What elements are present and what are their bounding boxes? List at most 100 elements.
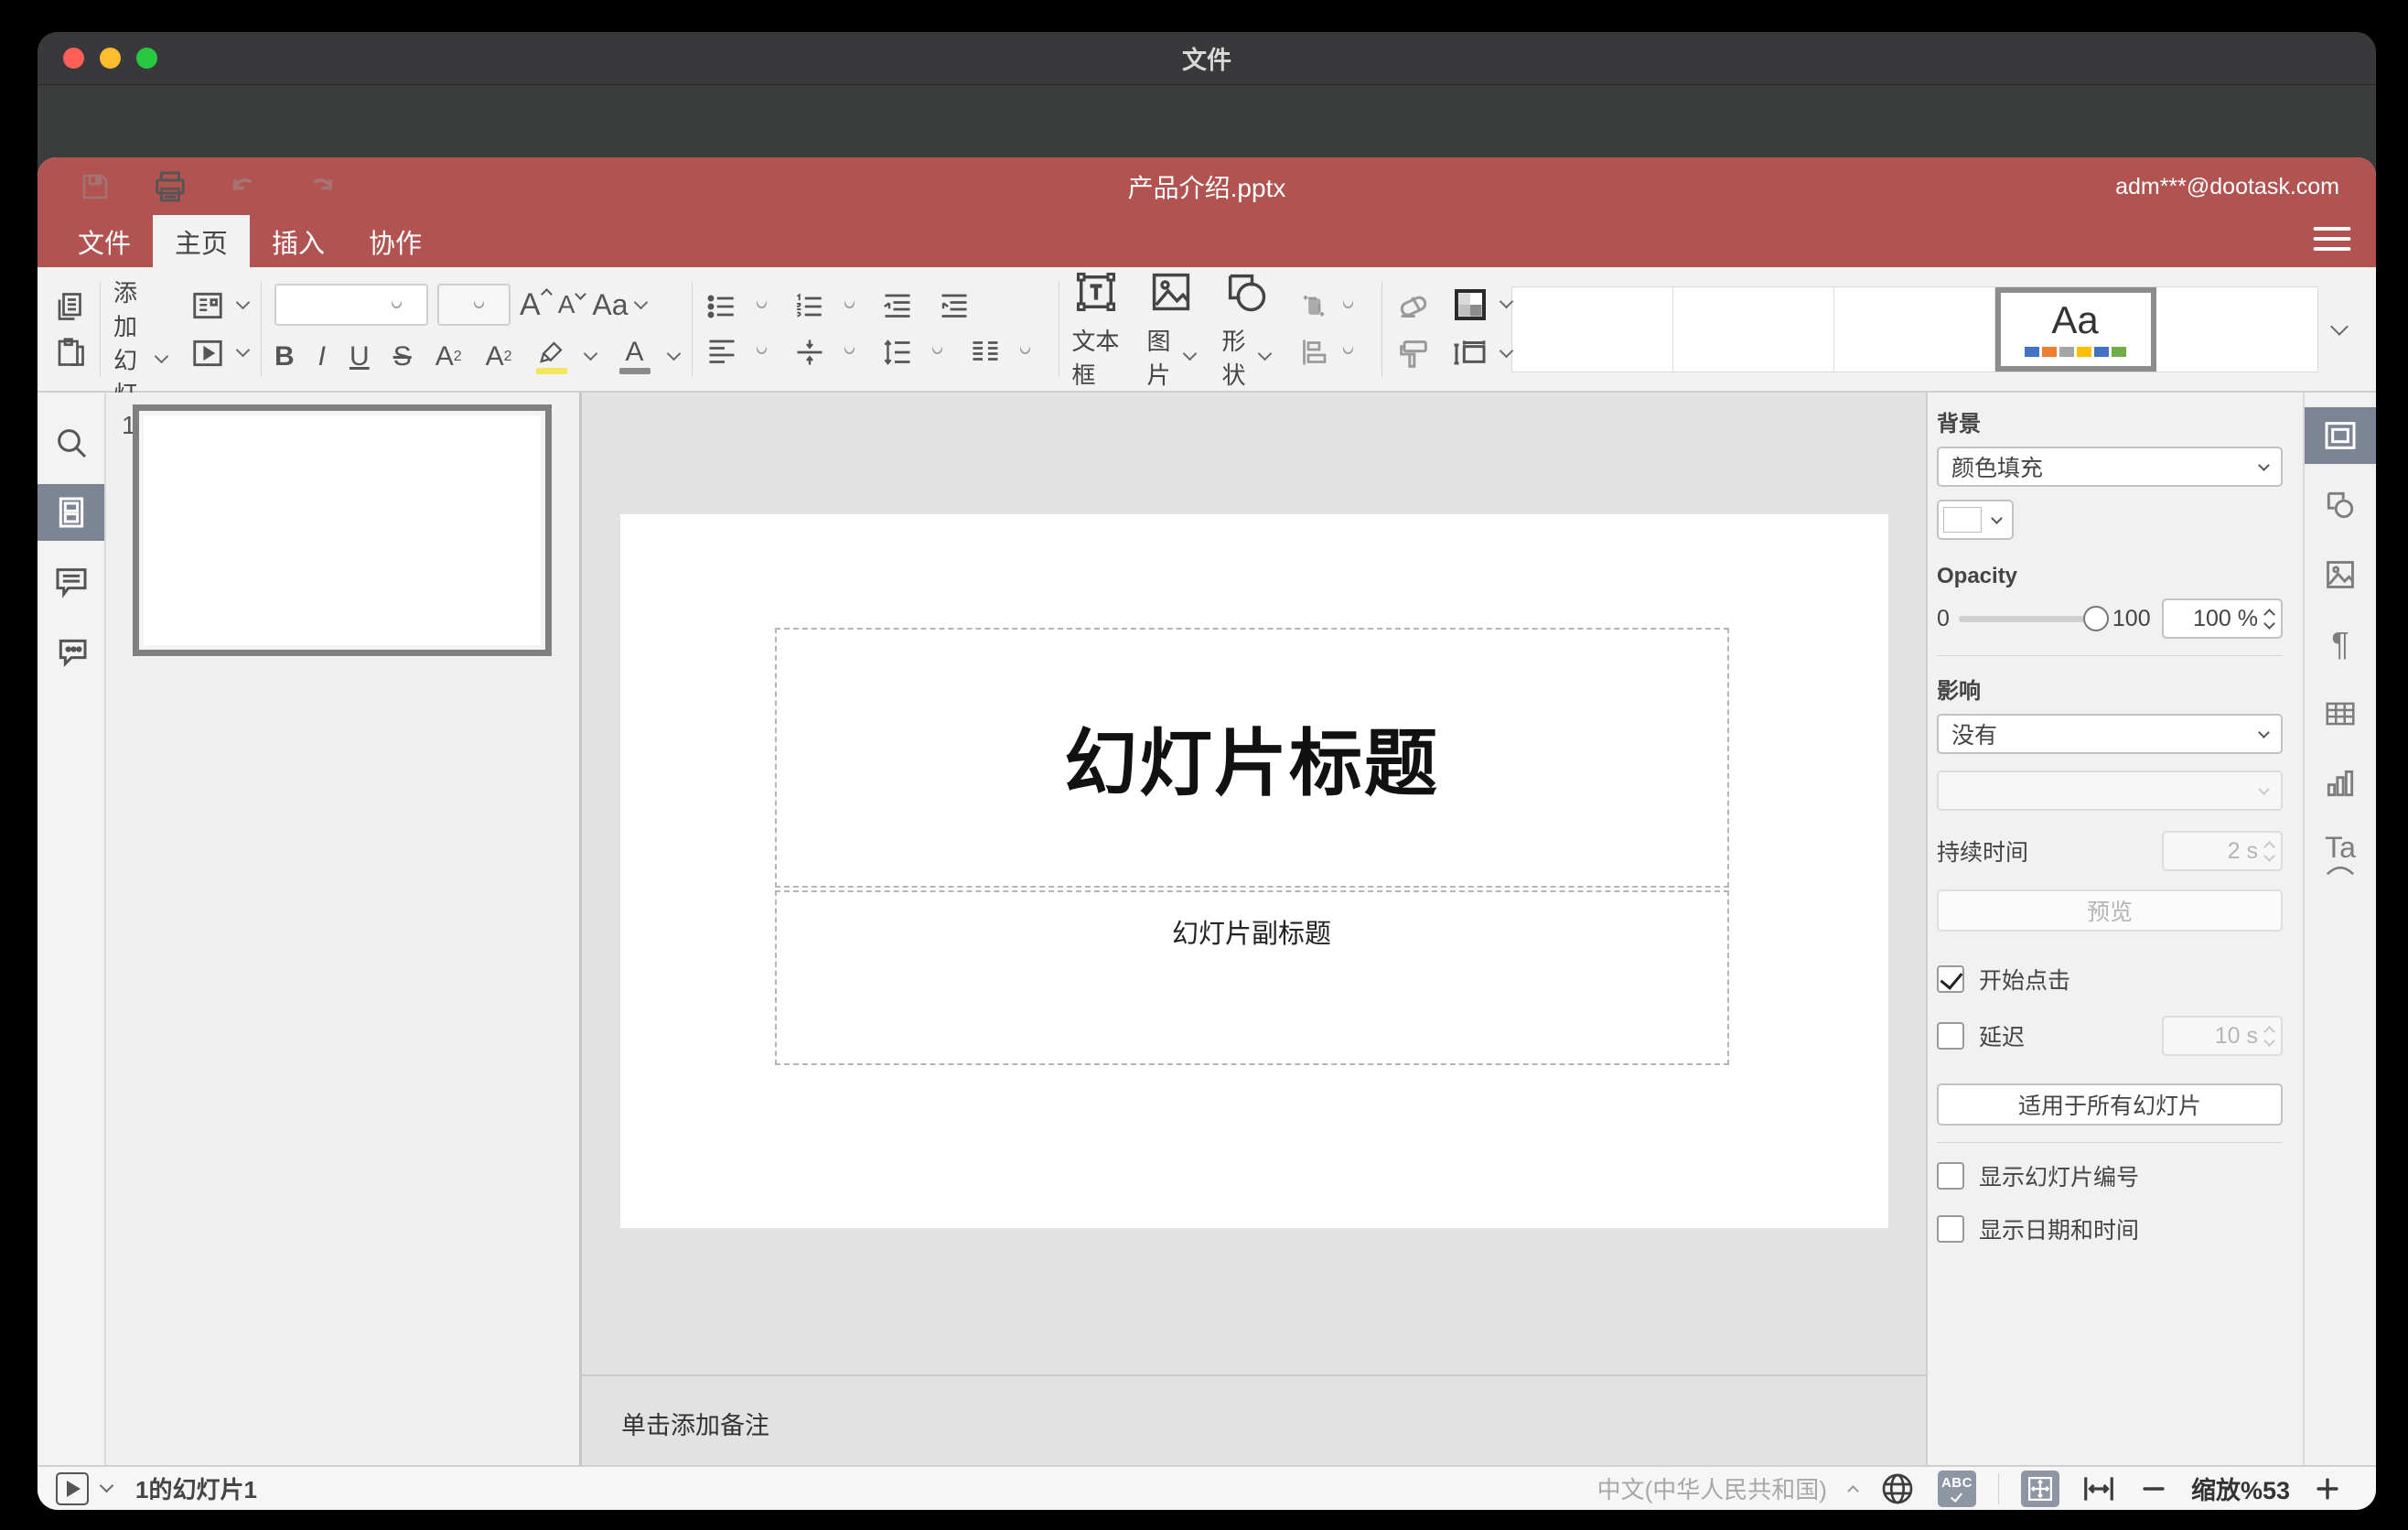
slide-editor: 幻灯片标题 幻灯片副标题 单击添加备注	[582, 393, 1926, 1465]
highlight-color-icon[interactable]	[535, 339, 567, 374]
textart-settings-icon[interactable]: Ta	[2305, 824, 2376, 881]
horizontal-align-icon[interactable]	[705, 336, 738, 369]
opacity-slider-knob[interactable]	[2082, 605, 2109, 631]
vertical-align-icon[interactable]	[793, 336, 826, 369]
image-button[interactable]: 图片	[1147, 268, 1197, 391]
ribbon-tabs: 文件 主页 插入 协作	[38, 215, 2376, 267]
line-spacing-icon[interactable]	[881, 336, 914, 369]
window-title: 文件	[1182, 47, 1231, 74]
text-box-label: 文本框	[1071, 327, 1120, 389]
change-case-icon[interactable]: Aa	[592, 288, 648, 322]
theme-option-5[interactable]	[2155, 286, 2317, 372]
eraser-icon[interactable]	[1395, 286, 1432, 323]
arrange-shapes-icon[interactable]	[1297, 290, 1330, 323]
bullets-icon[interactable]	[705, 290, 738, 323]
fit-width-icon[interactable]	[2081, 1471, 2116, 1506]
theme-option-2[interactable]	[1672, 286, 1834, 372]
theme-option-4-selected[interactable]: Aa	[1994, 286, 2156, 372]
table-settings-icon[interactable]	[2305, 685, 2376, 742]
spellcheck-icon[interactable]: ABC	[1937, 1470, 1976, 1507]
slide-title-placeholder[interactable]: 幻灯片标题	[774, 628, 1729, 888]
superscript-icon[interactable]: A2	[435, 341, 462, 372]
chart-settings-icon[interactable]	[2305, 755, 2376, 812]
decrease-font-icon[interactable]: A	[558, 287, 587, 319]
show-slide-number-checkbox[interactable]	[1937, 1162, 1964, 1190]
slides-panel-icon[interactable]	[38, 484, 104, 541]
effect-label: 影响	[1937, 679, 1981, 704]
underline-icon[interactable]: U	[349, 341, 370, 372]
delay-spinner[interactable]: 10 s	[2162, 1016, 2283, 1056]
chat-panel-icon[interactable]	[38, 623, 104, 680]
slide-size-icon[interactable]	[1452, 336, 1489, 372]
image-settings-icon[interactable]	[2305, 546, 2376, 603]
columns-icon[interactable]	[969, 336, 1002, 369]
tab-insert[interactable]: 插入	[250, 215, 347, 267]
align-shapes-icon[interactable]	[1297, 336, 1330, 369]
decrease-indent-icon[interactable]	[881, 290, 914, 323]
start-slideshow-icon[interactable]	[190, 336, 225, 371]
slide-settings-panel: 背景 颜色填充 Opacity 0 100 100 % 影响 没有 持续时间 2…	[1926, 393, 2303, 1465]
notes-input[interactable]: 单击添加备注	[582, 1374, 1926, 1465]
copy-icon[interactable]	[54, 290, 87, 323]
opacity-spinner[interactable]: 100 %	[2162, 598, 2283, 639]
apply-to-all-slides-button[interactable]: 适用于所有幻灯片	[1937, 1083, 2283, 1126]
slide-subtitle-placeholder[interactable]: 幻灯片副标题	[774, 890, 1729, 1065]
copy-style-icon[interactable]	[1395, 336, 1432, 372]
theme-option-3[interactable]	[1833, 286, 1995, 372]
font-size-combo[interactable]	[437, 284, 511, 326]
shape-label: 形状	[1221, 327, 1246, 389]
tab-collaboration[interactable]: 协作	[347, 215, 444, 267]
shape-fill-swatch-icon[interactable]	[1452, 286, 1489, 323]
delay-checkbox[interactable]	[1937, 1022, 1964, 1050]
search-icon[interactable]	[38, 415, 104, 471]
zoom-out-icon[interactable]	[2138, 1473, 2169, 1504]
slide-thumbnail-panel: 1	[106, 393, 582, 1465]
paragraph-settings-icon[interactable]: ¶	[2305, 616, 2376, 673]
theme-gallery-expand-icon[interactable]	[2318, 287, 2360, 372]
set-language-icon[interactable]	[1879, 1471, 1916, 1507]
increase-indent-icon[interactable]	[938, 290, 971, 323]
numbering-icon[interactable]	[793, 290, 826, 323]
increase-font-icon[interactable]: A	[520, 287, 553, 323]
opacity-slider[interactable]	[1958, 605, 2109, 631]
main-area: 1 幻灯片标题 幻灯片副标题 单击添加备注 背景 颜色填充 Opacity 0 …	[38, 393, 2376, 1465]
effect-type-select[interactable]	[1937, 770, 2283, 811]
macos-titlebar: 文件	[38, 32, 2376, 85]
tab-file[interactable]: 文件	[56, 215, 153, 267]
left-panel-strip	[38, 393, 106, 1465]
background-color-picker[interactable]	[1937, 500, 2014, 540]
start-on-click-checkbox[interactable]	[1937, 965, 1964, 993]
slide-canvas[interactable]: 幻灯片标题 幻灯片副标题	[619, 514, 1888, 1228]
slide-layout-icon[interactable]	[190, 288, 225, 323]
italic-icon[interactable]: I	[318, 341, 326, 372]
effect-select[interactable]: 没有	[1937, 714, 2283, 754]
theme-gallery: Aa	[1510, 286, 2360, 372]
comments-panel-icon[interactable]	[38, 554, 104, 610]
show-date-time-checkbox[interactable]	[1937, 1215, 1964, 1243]
home-toolbar: 添加幻灯片	[38, 218, 2376, 442]
editor-header: 产品介绍.pptx adm***@dootask.com 文件 主页 插入 协作	[38, 157, 2376, 267]
fit-slide-icon[interactable]	[2020, 1470, 2059, 1507]
preview-button[interactable]: 预览	[1937, 889, 2283, 932]
background-fill-select[interactable]: 颜色填充	[1937, 447, 2283, 487]
tab-home[interactable]: 主页	[153, 215, 251, 267]
font-name-combo[interactable]	[274, 284, 428, 326]
duration-spinner[interactable]: 2 s	[2162, 831, 2283, 871]
shape-button[interactable]: 形状	[1221, 268, 1272, 391]
document-language[interactable]: 中文(中华人民共和国)	[1597, 1471, 1827, 1505]
start-slideshow-status-icon[interactable]	[56, 1471, 89, 1505]
color-swatch	[1943, 507, 1982, 533]
font-color-icon[interactable]: A	[618, 339, 650, 374]
text-box-button[interactable]: 文本框	[1072, 268, 1120, 391]
opacity-label: Opacity	[1937, 564, 2018, 588]
shape-settings-icon[interactable]	[2305, 477, 2376, 533]
bold-icon[interactable]: B	[274, 341, 295, 372]
zoom-in-icon[interactable]	[2312, 1473, 2343, 1504]
slide-settings-icon[interactable]	[2305, 407, 2376, 464]
strikethrough-icon[interactable]: S	[393, 341, 412, 372]
theme-option-1[interactable]	[1511, 286, 1673, 372]
subscript-icon[interactable]: A2	[486, 341, 512, 372]
paste-icon[interactable]	[54, 336, 87, 369]
hamburger-menu-icon[interactable]	[2312, 225, 2352, 256]
slide-thumbnail-1[interactable]	[133, 404, 552, 656]
